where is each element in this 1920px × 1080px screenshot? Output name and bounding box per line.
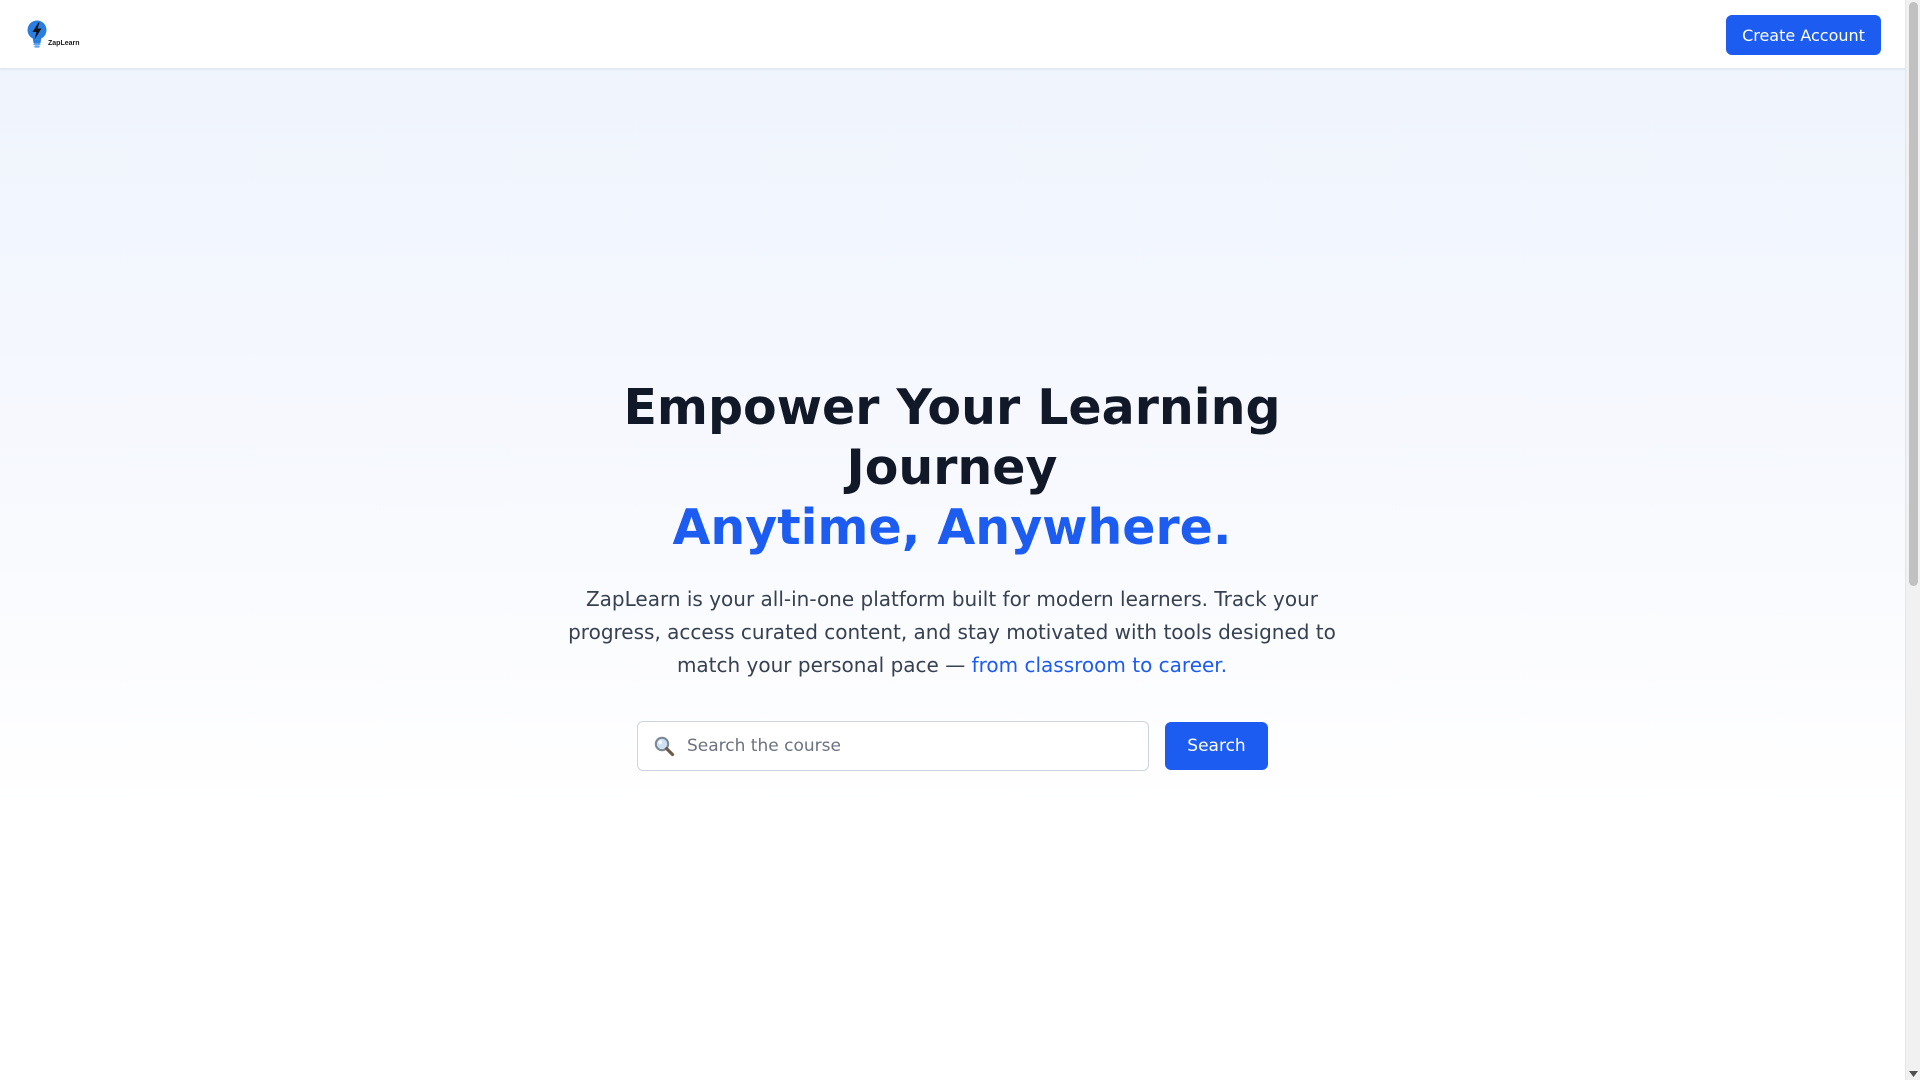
search-box[interactable] [637, 721, 1149, 771]
top-navbar: ZapLearn Create Account [0, 0, 1905, 69]
logo-text: ZapLearn [48, 40, 80, 47]
hero-subtitle: ZapLearn is your all-in-one platform bui… [552, 583, 1352, 682]
search-button[interactable]: Search [1165, 722, 1268, 770]
scrollbar-thumb[interactable] [1909, 2, 1918, 586]
logo-link[interactable]: ZapLearn [27, 18, 80, 50]
hero-title-accent: Anytime, Anywhere. [672, 499, 1232, 556]
magnifier-icon [653, 735, 675, 757]
hero-subtitle-link[interactable]: from classroom to career. [972, 653, 1227, 677]
hero-title: Empower Your Learning Journey Anytime, A… [552, 378, 1352, 558]
create-account-button[interactable]: Create Account [1726, 15, 1881, 55]
scroll-down-arrow-icon[interactable] [1909, 1069, 1918, 1078]
search-input[interactable] [687, 722, 1148, 770]
lightbulb-bolt-icon [27, 20, 47, 50]
hero-title-main: Empower Your Learning Journey [623, 379, 1281, 496]
page-scrollbar[interactable] [1905, 0, 1920, 1080]
